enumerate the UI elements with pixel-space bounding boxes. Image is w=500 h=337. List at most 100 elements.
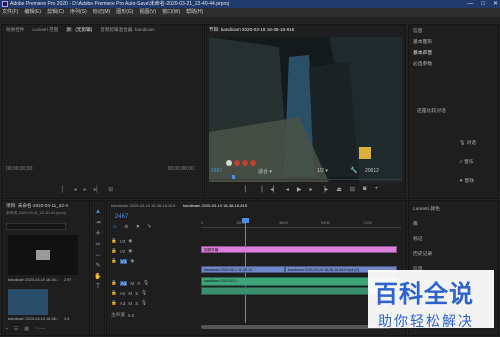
tab-source[interactable]: 源：(无剪辑) bbox=[66, 25, 92, 35]
mute-button[interactable]: M bbox=[130, 281, 134, 286]
solo-button[interactable]: S bbox=[135, 291, 138, 296]
tab-effect-controls[interactable]: 效果控件 bbox=[6, 25, 24, 35]
program-timecode[interactable]: 2467 bbox=[211, 168, 222, 174]
tab-audio-clip-mixer[interactable]: 音频剪辑混合器: bandicam bbox=[100, 25, 155, 35]
lock-icon[interactable]: 🔒 bbox=[111, 280, 117, 286]
snap-icon[interactable]: ⊂ bbox=[113, 224, 117, 230]
lift-button[interactable]: ⏏ bbox=[336, 186, 342, 193]
right-item-libraries[interactable]: 库 bbox=[409, 216, 498, 231]
clip-thumbnail[interactable] bbox=[8, 289, 48, 315]
mic-icon[interactable]: 🎙 bbox=[143, 280, 149, 286]
hand-tool-icon[interactable]: ✋ bbox=[94, 273, 101, 280]
mute-button[interactable]: M bbox=[128, 301, 132, 306]
razor-tool-icon[interactable]: ✂ bbox=[95, 241, 100, 248]
program-scrubber[interactable] bbox=[209, 175, 402, 180]
resolution-dropdown[interactable]: 1/2 ▾ bbox=[317, 168, 328, 174]
timeline-scrollbar-thumb[interactable] bbox=[201, 325, 391, 329]
play-button[interactable]: ▶ bbox=[297, 186, 302, 193]
add-button[interactable]: + bbox=[375, 186, 379, 193]
track-select-tool-icon[interactable]: ⇥ bbox=[95, 219, 100, 226]
step-back-button[interactable]: ◂ bbox=[74, 186, 77, 193]
lock-icon[interactable]: ▪ bbox=[6, 326, 8, 332]
mic-icon[interactable]: 🎙 bbox=[141, 300, 147, 306]
eye-icon[interactable]: ◉ bbox=[130, 258, 134, 264]
lock-icon[interactable]: 🔒 bbox=[111, 248, 117, 254]
list-view-icon[interactable]: ☰ bbox=[14, 326, 18, 332]
project-search-box[interactable] bbox=[6, 223, 66, 230]
solo-button[interactable]: S bbox=[135, 301, 138, 306]
close-button[interactable]: ✕ bbox=[493, 0, 498, 8]
right-item-required[interactable]: 必选参数 bbox=[409, 58, 498, 69]
master-value[interactable]: 0.0 bbox=[128, 313, 134, 318]
timeline-ruler[interactable]: 0 1800 3600 5400 7200 bbox=[201, 218, 401, 228]
right-item-info[interactable]: 信息 bbox=[409, 25, 498, 36]
lock-icon[interactable]: 🔒 bbox=[111, 238, 117, 244]
folder-thumbnail[interactable] bbox=[8, 235, 78, 275]
mute-button[interactable]: M bbox=[128, 291, 132, 296]
right-item-essential-sound[interactable]: 基本声音 bbox=[409, 47, 498, 58]
timeline-timecode[interactable]: 2467 bbox=[115, 214, 128, 220]
menu-graphics[interactable]: 图形(G) bbox=[116, 8, 133, 17]
step-forward-button[interactable]: ▸ bbox=[310, 186, 313, 193]
menu-sequence[interactable]: 序列(S) bbox=[70, 8, 87, 17]
step-back-button[interactable]: ◂ bbox=[286, 186, 289, 193]
menu-markers[interactable]: 标记(M) bbox=[93, 8, 111, 17]
mic-icon[interactable]: 🎙 bbox=[141, 290, 147, 296]
right-item-markers[interactable]: 标记 bbox=[409, 231, 498, 246]
menu-clip[interactable]: 剪辑(C) bbox=[47, 8, 64, 17]
minimize-button[interactable]: — bbox=[467, 0, 473, 8]
mark-in-button[interactable]: ▏ bbox=[245, 186, 250, 193]
lock-icon[interactable]: 🔒 bbox=[111, 258, 117, 264]
go-to-out-button[interactable]: ▕▸ bbox=[321, 186, 329, 193]
eye-icon[interactable]: ◉ bbox=[128, 238, 132, 244]
right-item-lumetri-color[interactable]: Lumetri 颜色 bbox=[409, 201, 498, 216]
lock-icon[interactable]: 🔒 bbox=[111, 300, 117, 306]
menu-file[interactable]: 文件(F) bbox=[2, 8, 18, 17]
zoom-slider[interactable]: ○── bbox=[35, 326, 45, 332]
lock-icon[interactable]: 🔒 bbox=[111, 290, 117, 296]
project-item2-label[interactable]: bandicam 2020-03-19 18-36-16-815 bbox=[8, 317, 58, 321]
playhead-marker[interactable] bbox=[232, 175, 235, 179]
icon-view-icon[interactable]: ▦ bbox=[24, 326, 29, 332]
mark-out-button[interactable]: ▕ bbox=[258, 186, 263, 193]
sfx-row[interactable]: ✦ 音效 bbox=[459, 177, 474, 184]
eye-icon[interactable]: ◉ bbox=[128, 248, 132, 254]
selection-tool-icon[interactable]: ▲ bbox=[95, 209, 101, 215]
project-title[interactable]: 项目: 未命名-2020-03-11_22-4 bbox=[2, 201, 89, 211]
maximize-button[interactable]: □ bbox=[481, 0, 485, 8]
right-item-history[interactable]: 历史记录 bbox=[409, 246, 498, 261]
music-row[interactable]: ♫ 音乐 bbox=[459, 158, 474, 165]
menu-help[interactable]: 帮助(H) bbox=[186, 8, 203, 17]
solo-button[interactable]: S bbox=[137, 281, 140, 286]
v1-clip-a[interactable]: bandicam 2020-03-1 11-39-14 bbox=[201, 266, 285, 273]
timeline-playhead-handle[interactable] bbox=[242, 218, 249, 223]
tab-sequence-b[interactable]: bandicam 2020-03-19 18-36-16-815 bbox=[183, 201, 247, 211]
go-to-in-button[interactable]: ◂▏ bbox=[270, 186, 278, 193]
play-button[interactable]: ▸ bbox=[84, 186, 87, 193]
extract-button[interactable]: ⊟ bbox=[350, 186, 355, 193]
menu-window[interactable]: 窗口(W) bbox=[162, 8, 180, 17]
type-tool-icon[interactable]: T bbox=[96, 284, 100, 290]
tab-sequence-a[interactable]: bandicam 2020-03-19 18-36-16-815 bbox=[111, 201, 175, 211]
slip-tool-icon[interactable]: ↔ bbox=[95, 252, 101, 258]
step-forward-button[interactable]: ▸▏ bbox=[94, 186, 102, 193]
program-video-frame[interactable] bbox=[209, 37, 402, 182]
timeline-settings-icon[interactable]: ✎ bbox=[147, 224, 151, 230]
wrench-icon[interactable]: 🔧 bbox=[350, 167, 357, 174]
export-frame-button[interactable]: ◙ bbox=[363, 186, 367, 193]
fit-dropdown[interactable]: 适合 ▾ bbox=[258, 168, 272, 175]
insert-button[interactable]: ⊞ bbox=[108, 186, 113, 193]
program-title[interactable]: 节目: bandicam 2020-03-19 18-36-16-815 bbox=[209, 25, 294, 35]
tab-lumetri-scopes[interactable]: Lumetri 范围 bbox=[32, 25, 58, 35]
add-marker-icon[interactable]: ▼ bbox=[135, 224, 140, 230]
project-item-label[interactable]: bandicam 2020-03-19 18-36-16 bbox=[8, 278, 58, 282]
menu-edit[interactable]: 编辑(E) bbox=[24, 8, 41, 17]
title-clip[interactable]: 视频字幕 bbox=[201, 246, 397, 253]
mark-in-button[interactable]: ▏ bbox=[62, 186, 67, 193]
linked-selection-icon[interactable]: ⊘ bbox=[124, 224, 128, 230]
ripple-edit-tool-icon[interactable]: ✛ bbox=[95, 230, 100, 237]
menu-view[interactable]: 视图(V) bbox=[139, 8, 156, 17]
right-item-essential-graphics[interactable]: 基本图形 bbox=[409, 36, 498, 47]
dialogue-row[interactable]: 🎙 对话 bbox=[459, 139, 476, 146]
pen-tool-icon[interactable]: ✎ bbox=[95, 262, 100, 269]
